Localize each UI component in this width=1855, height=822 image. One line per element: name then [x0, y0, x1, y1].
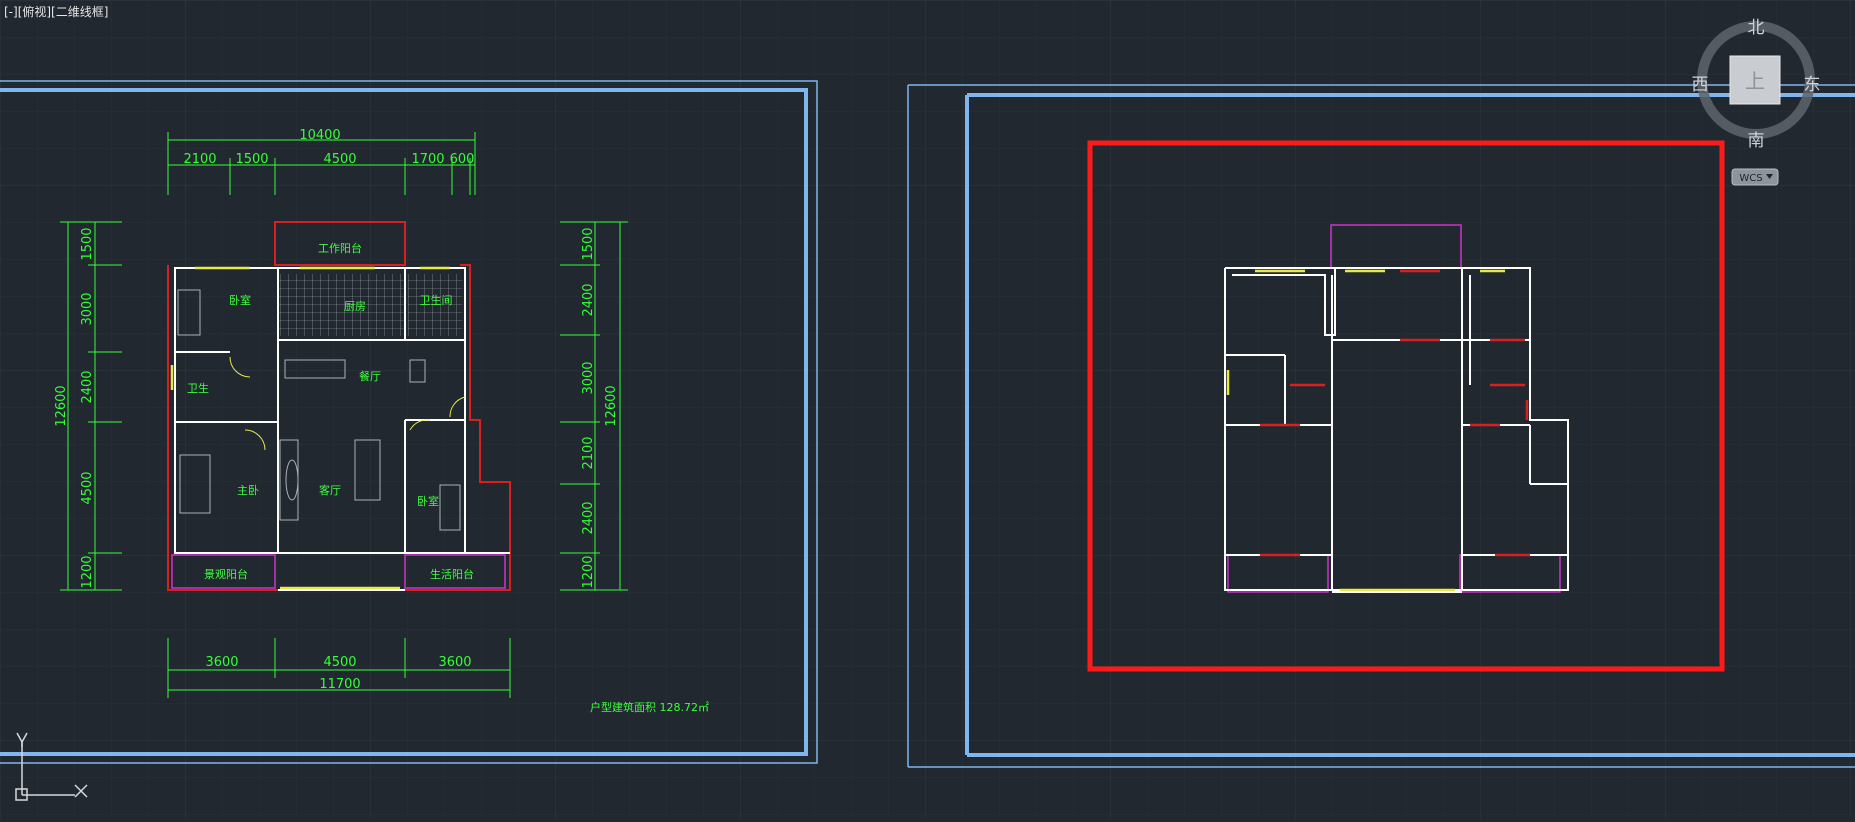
top-dimension-4: 1700 [411, 152, 444, 167]
room-label-view-balcony: 景观阳台 [204, 567, 248, 581]
room-label-master-bedroom: 主卧 [237, 484, 259, 497]
left-dimension-3: 2400 [80, 370, 95, 403]
viewport-controls-label[interactable]: [-][俯视][二维线框] [4, 3, 108, 20]
viewcube-face-label: 上 [1745, 69, 1765, 93]
bottom-dimension-3: 3600 [438, 655, 471, 670]
right-dimension-3: 3000 [581, 361, 596, 394]
bottom-dimension-2: 4500 [323, 655, 356, 670]
left-total-dimension: 12600 [54, 385, 69, 426]
top-dimension-2: 1500 [235, 152, 268, 167]
top-total-dimension: 10400 [299, 128, 340, 143]
room-label-bathroom-small: 卫生 [187, 381, 209, 395]
left-dimension-2: 3000 [80, 292, 95, 325]
room-label-work-balcony: 工作阳台 [318, 241, 362, 255]
bottom-total-dimension: 11700 [319, 677, 360, 692]
room-label-kitchen: 厨房 [344, 300, 366, 313]
wcs-label: WCS [1739, 173, 1762, 184]
room-label-bedroom-nw: 卧室 [229, 293, 251, 307]
right-dimension-6: 1200 [581, 555, 596, 588]
left-dimension-4: 4500 [80, 471, 95, 504]
left-dimension-5: 1200 [80, 555, 95, 588]
compass-south[interactable]: 南 [1748, 131, 1765, 151]
model-space-canvas[interactable]: 10400 2100 1500 4500 1700 600 12600 1500… [0, 0, 1855, 818]
right-dimension-4: 2100 [581, 436, 596, 469]
bottom-dimension-1: 3600 [205, 655, 238, 670]
right-total-dimension: 12600 [604, 385, 619, 426]
room-label-bathroom-main: 卫生间 [420, 293, 453, 307]
right-dimension-5: 2400 [581, 501, 596, 534]
compass-west[interactable]: 西 [1692, 75, 1709, 95]
drawing-viewport[interactable]: 10400 2100 1500 4500 1700 600 12600 1500… [0, 0, 1855, 818]
room-label-bedroom-se: 卧室 [417, 494, 439, 508]
kitchen-floor-tiles [278, 274, 405, 336]
left-dimension-1: 1500 [80, 227, 95, 260]
top-dimension-5: 600 [450, 152, 475, 167]
top-dimension-1: 2100 [183, 152, 216, 167]
room-label-living: 客厅 [319, 483, 341, 497]
top-dimension-3: 4500 [323, 152, 356, 167]
room-label-life-balcony: 生活阳台 [430, 567, 474, 581]
right-dimension-1: 1500 [581, 227, 596, 260]
area-note: 户型建筑面积 128.72㎡ [590, 700, 709, 714]
compass-north[interactable]: 北 [1748, 18, 1765, 38]
right-dimension-2: 2400 [581, 283, 596, 316]
room-label-dining: 餐厅 [359, 369, 381, 383]
compass-east[interactable]: 东 [1804, 75, 1821, 95]
